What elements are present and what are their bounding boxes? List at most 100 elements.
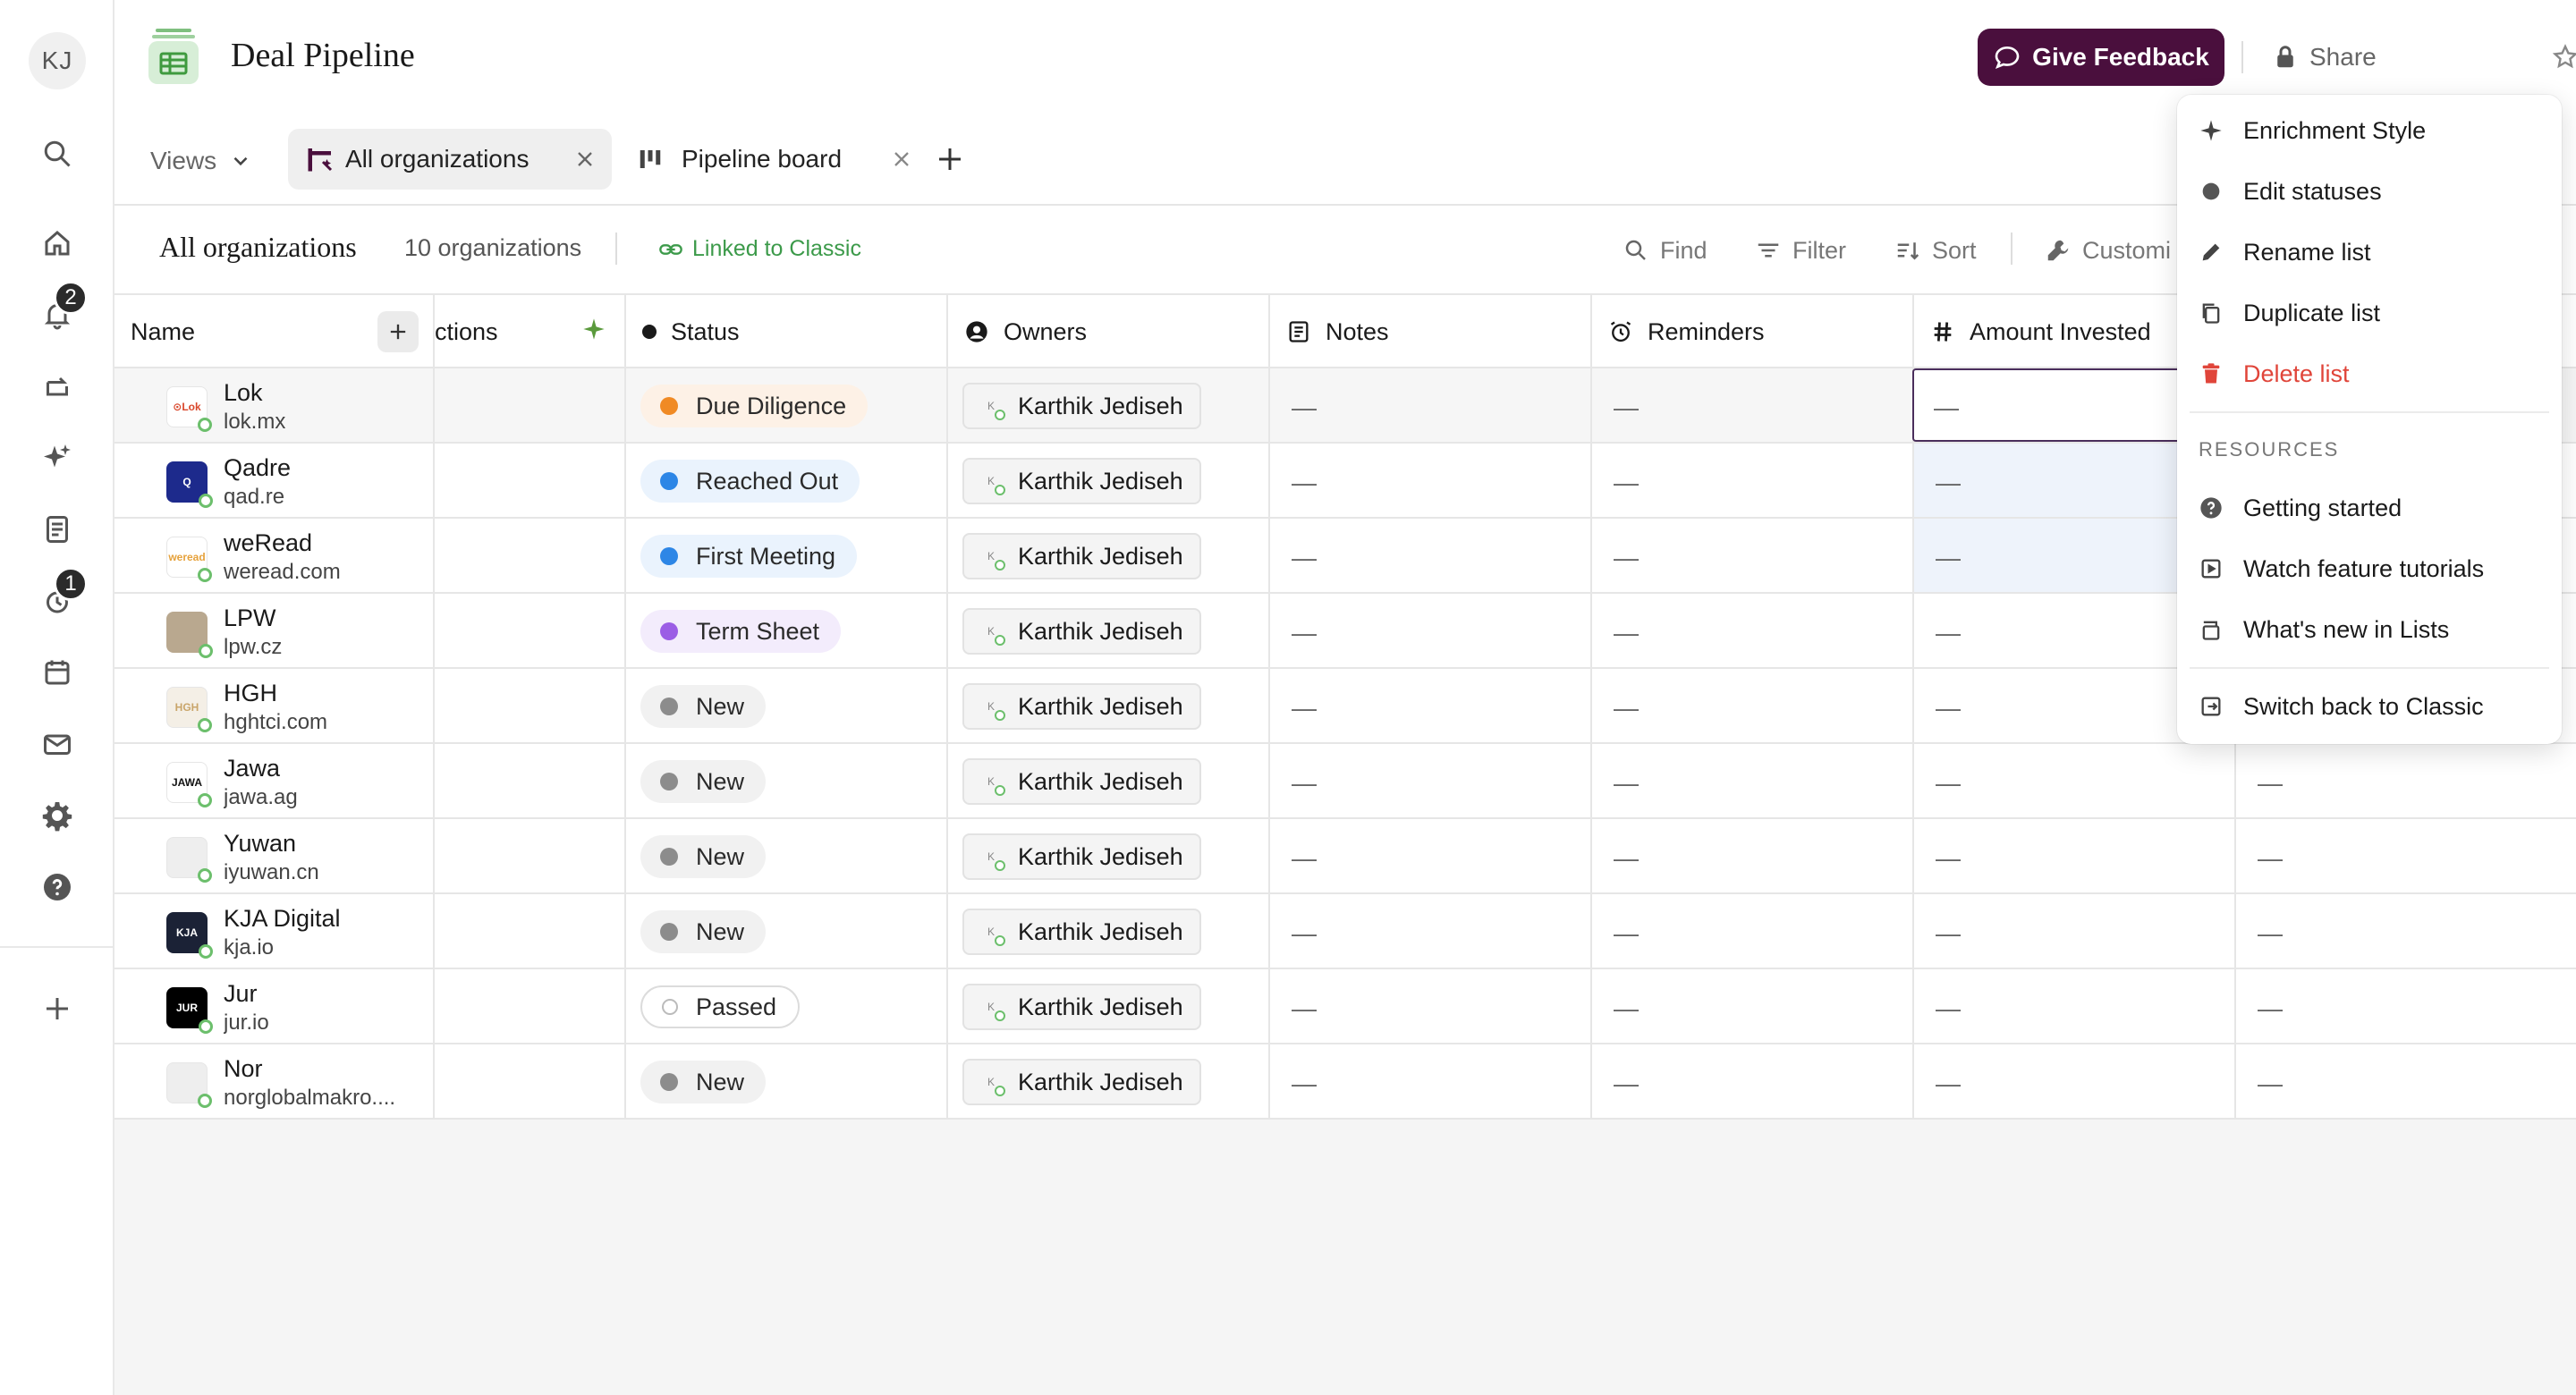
org-domain[interactable]: kja.io	[224, 935, 274, 960]
owner-chip[interactable]: K Karthik Jediseh	[962, 833, 1201, 880]
menu-item-rename-list[interactable]: Rename list	[2177, 225, 2562, 279]
cell-reminders[interactable]: —	[1592, 1044, 1914, 1118]
menu-item-getting-started[interactable]: Getting started	[2177, 481, 2562, 535]
search-icon[interactable]	[36, 132, 79, 175]
org-name[interactable]: KJA Digital	[224, 905, 341, 933]
status-badge[interactable]: New	[640, 910, 767, 953]
cell-name[interactable]: Q Qadre qad.re	[114, 444, 435, 517]
status-badge[interactable]: Reached Out	[640, 460, 860, 503]
cell-reminders[interactable]: —	[1592, 969, 1914, 1043]
cell-notes[interactable]: —	[1270, 744, 1592, 817]
cell-owners[interactable]: K Karthik Jediseh	[948, 894, 1270, 968]
user-avatar[interactable]: KJ	[29, 32, 86, 89]
cell-owners[interactable]: K Karthik Jediseh	[948, 969, 1270, 1043]
cell-connections[interactable]	[435, 444, 626, 517]
cell-reminders[interactable]: —	[1592, 669, 1914, 742]
cell-extra[interactable]: —	[2236, 744, 2576, 817]
help-icon[interactable]	[36, 866, 79, 909]
column-header-connections[interactable]: ctions	[435, 295, 626, 368]
status-badge[interactable]: New	[640, 835, 767, 878]
cell-owners[interactable]: K Karthik Jediseh	[948, 368, 1270, 442]
org-name[interactable]: Jur	[224, 980, 258, 1008]
cell-connections[interactable]	[435, 669, 626, 742]
mail-icon[interactable]	[36, 723, 79, 765]
calendar-icon[interactable]	[36, 651, 79, 694]
share-button[interactable]: Share	[2272, 36, 2377, 79]
cell-extra[interactable]: —	[2236, 969, 2576, 1043]
org-name[interactable]: Jawa	[224, 755, 280, 782]
cell-name[interactable]: JAWA Jawa jawa.ag	[114, 744, 435, 817]
customize-button[interactable]: Customi	[2045, 231, 2171, 270]
cell-connections[interactable]	[435, 368, 626, 442]
table-row[interactable]: Nor norglobalmakro.... New K Karthik Jediseh…	[114, 1044, 2576, 1120]
cell-owners[interactable]: K Karthik Jediseh	[948, 1044, 1270, 1118]
owner-chip[interactable]: K Karthik Jediseh	[962, 758, 1201, 805]
cell-name[interactable]: LPW lpw.cz	[114, 594, 435, 667]
menu-item-watch-tutorials[interactable]: Watch feature tutorials	[2177, 542, 2562, 596]
cell-status[interactable]: First Meeting	[626, 519, 948, 592]
add-view-icon[interactable]	[934, 143, 966, 175]
status-badge[interactable]: New	[640, 1061, 767, 1103]
cell-name[interactable]: ⊙Lok Lok lok.mx	[114, 368, 435, 442]
views-dropdown[interactable]: Views	[150, 138, 252, 184]
owner-chip[interactable]: K Karthik Jediseh	[962, 383, 1201, 429]
cell-notes[interactable]: —	[1270, 444, 1592, 517]
cell-owners[interactable]: K Karthik Jediseh	[948, 744, 1270, 817]
org-domain[interactable]: lok.mx	[224, 410, 285, 435]
cell-status[interactable]: New	[626, 894, 948, 968]
cell-name[interactable]: HGH HGH hghtci.com	[114, 669, 435, 742]
give-feedback-button[interactable]: Give Feedback	[1978, 29, 2224, 86]
cell-notes[interactable]: —	[1270, 594, 1592, 667]
menu-item-switch-to-classic[interactable]: Switch back to Classic	[2177, 680, 2562, 733]
status-badge[interactable]: First Meeting	[640, 535, 858, 578]
org-domain[interactable]: hghtci.com	[224, 710, 327, 735]
filter-button[interactable]: Filter	[1755, 231, 1846, 270]
owner-chip[interactable]: K Karthik Jediseh	[962, 458, 1201, 504]
org-domain[interactable]: jur.io	[224, 1010, 269, 1036]
cell-owners[interactable]: K Karthik Jediseh	[948, 594, 1270, 667]
cell-reminders[interactable]: —	[1592, 519, 1914, 592]
cell-amount-invested[interactable]: —	[1914, 969, 2236, 1043]
cell-name[interactable]: KJA KJA Digital kja.io	[114, 894, 435, 968]
cell-reminders[interactable]: —	[1592, 819, 1914, 892]
cell-reminders[interactable]: —	[1592, 368, 1914, 442]
owner-chip[interactable]: K Karthik Jediseh	[962, 1059, 1201, 1105]
column-header-notes[interactable]: Notes	[1270, 295, 1592, 368]
linked-to-classic-link[interactable]: Linked to Classic	[658, 236, 861, 262]
cell-amount-invested[interactable]: —	[1914, 894, 2236, 968]
sort-button[interactable]: Sort	[1894, 231, 1977, 270]
cell-amount-invested[interactable]: —	[1914, 819, 2236, 892]
selected-cell[interactable]: —	[1912, 368, 2181, 442]
cell-connections[interactable]	[435, 969, 626, 1043]
cell-name[interactable]: Yuwan iyuwan.cn	[114, 819, 435, 892]
settings-gear-icon[interactable]	[36, 794, 79, 837]
owner-chip[interactable]: K Karthik Jediseh	[962, 608, 1201, 655]
find-button[interactable]: Find	[1623, 231, 1707, 270]
tab-all-organizations[interactable]: All organizations	[288, 129, 612, 190]
menu-item-whats-new[interactable]: What's new in Lists	[2177, 603, 2562, 656]
table-row[interactable]: KJA KJA Digital kja.io New K Karthik Jediseh —…	[114, 894, 2576, 969]
table-row[interactable]: JAWA Jawa jawa.ag New K Karthik Jediseh — — — —	[114, 744, 2576, 819]
cell-name[interactable]: JUR Jur jur.io	[114, 969, 435, 1043]
column-header-owners[interactable]: Owners	[948, 295, 1270, 368]
cell-name[interactable]: Nor norglobalmakro....	[114, 1044, 435, 1118]
org-name[interactable]: Qadre	[224, 454, 291, 482]
owner-chip[interactable]: K Karthik Jediseh	[962, 533, 1201, 579]
org-name[interactable]: HGH	[224, 680, 277, 707]
cell-name[interactable]: weread weRead weread.com	[114, 519, 435, 592]
owner-chip[interactable]: K Karthik Jediseh	[962, 683, 1201, 730]
cell-connections[interactable]	[435, 819, 626, 892]
cell-notes[interactable]: —	[1270, 519, 1592, 592]
cell-notes[interactable]: —	[1270, 1044, 1592, 1118]
cell-connections[interactable]	[435, 594, 626, 667]
cell-status[interactable]: New	[626, 1044, 948, 1118]
org-name[interactable]: Lok	[224, 379, 263, 407]
org-name[interactable]: LPW	[224, 604, 276, 632]
cell-reminders[interactable]: —	[1592, 894, 1914, 968]
cell-reminders[interactable]: —	[1592, 594, 1914, 667]
org-name[interactable]: Nor	[224, 1055, 263, 1083]
notes-icon[interactable]	[36, 508, 79, 551]
close-tab-icon[interactable]	[889, 147, 914, 172]
table-row[interactable]: JUR Jur jur.io Passed K Karthik Jediseh — — — —	[114, 969, 2576, 1044]
cell-owners[interactable]: K Karthik Jediseh	[948, 669, 1270, 742]
